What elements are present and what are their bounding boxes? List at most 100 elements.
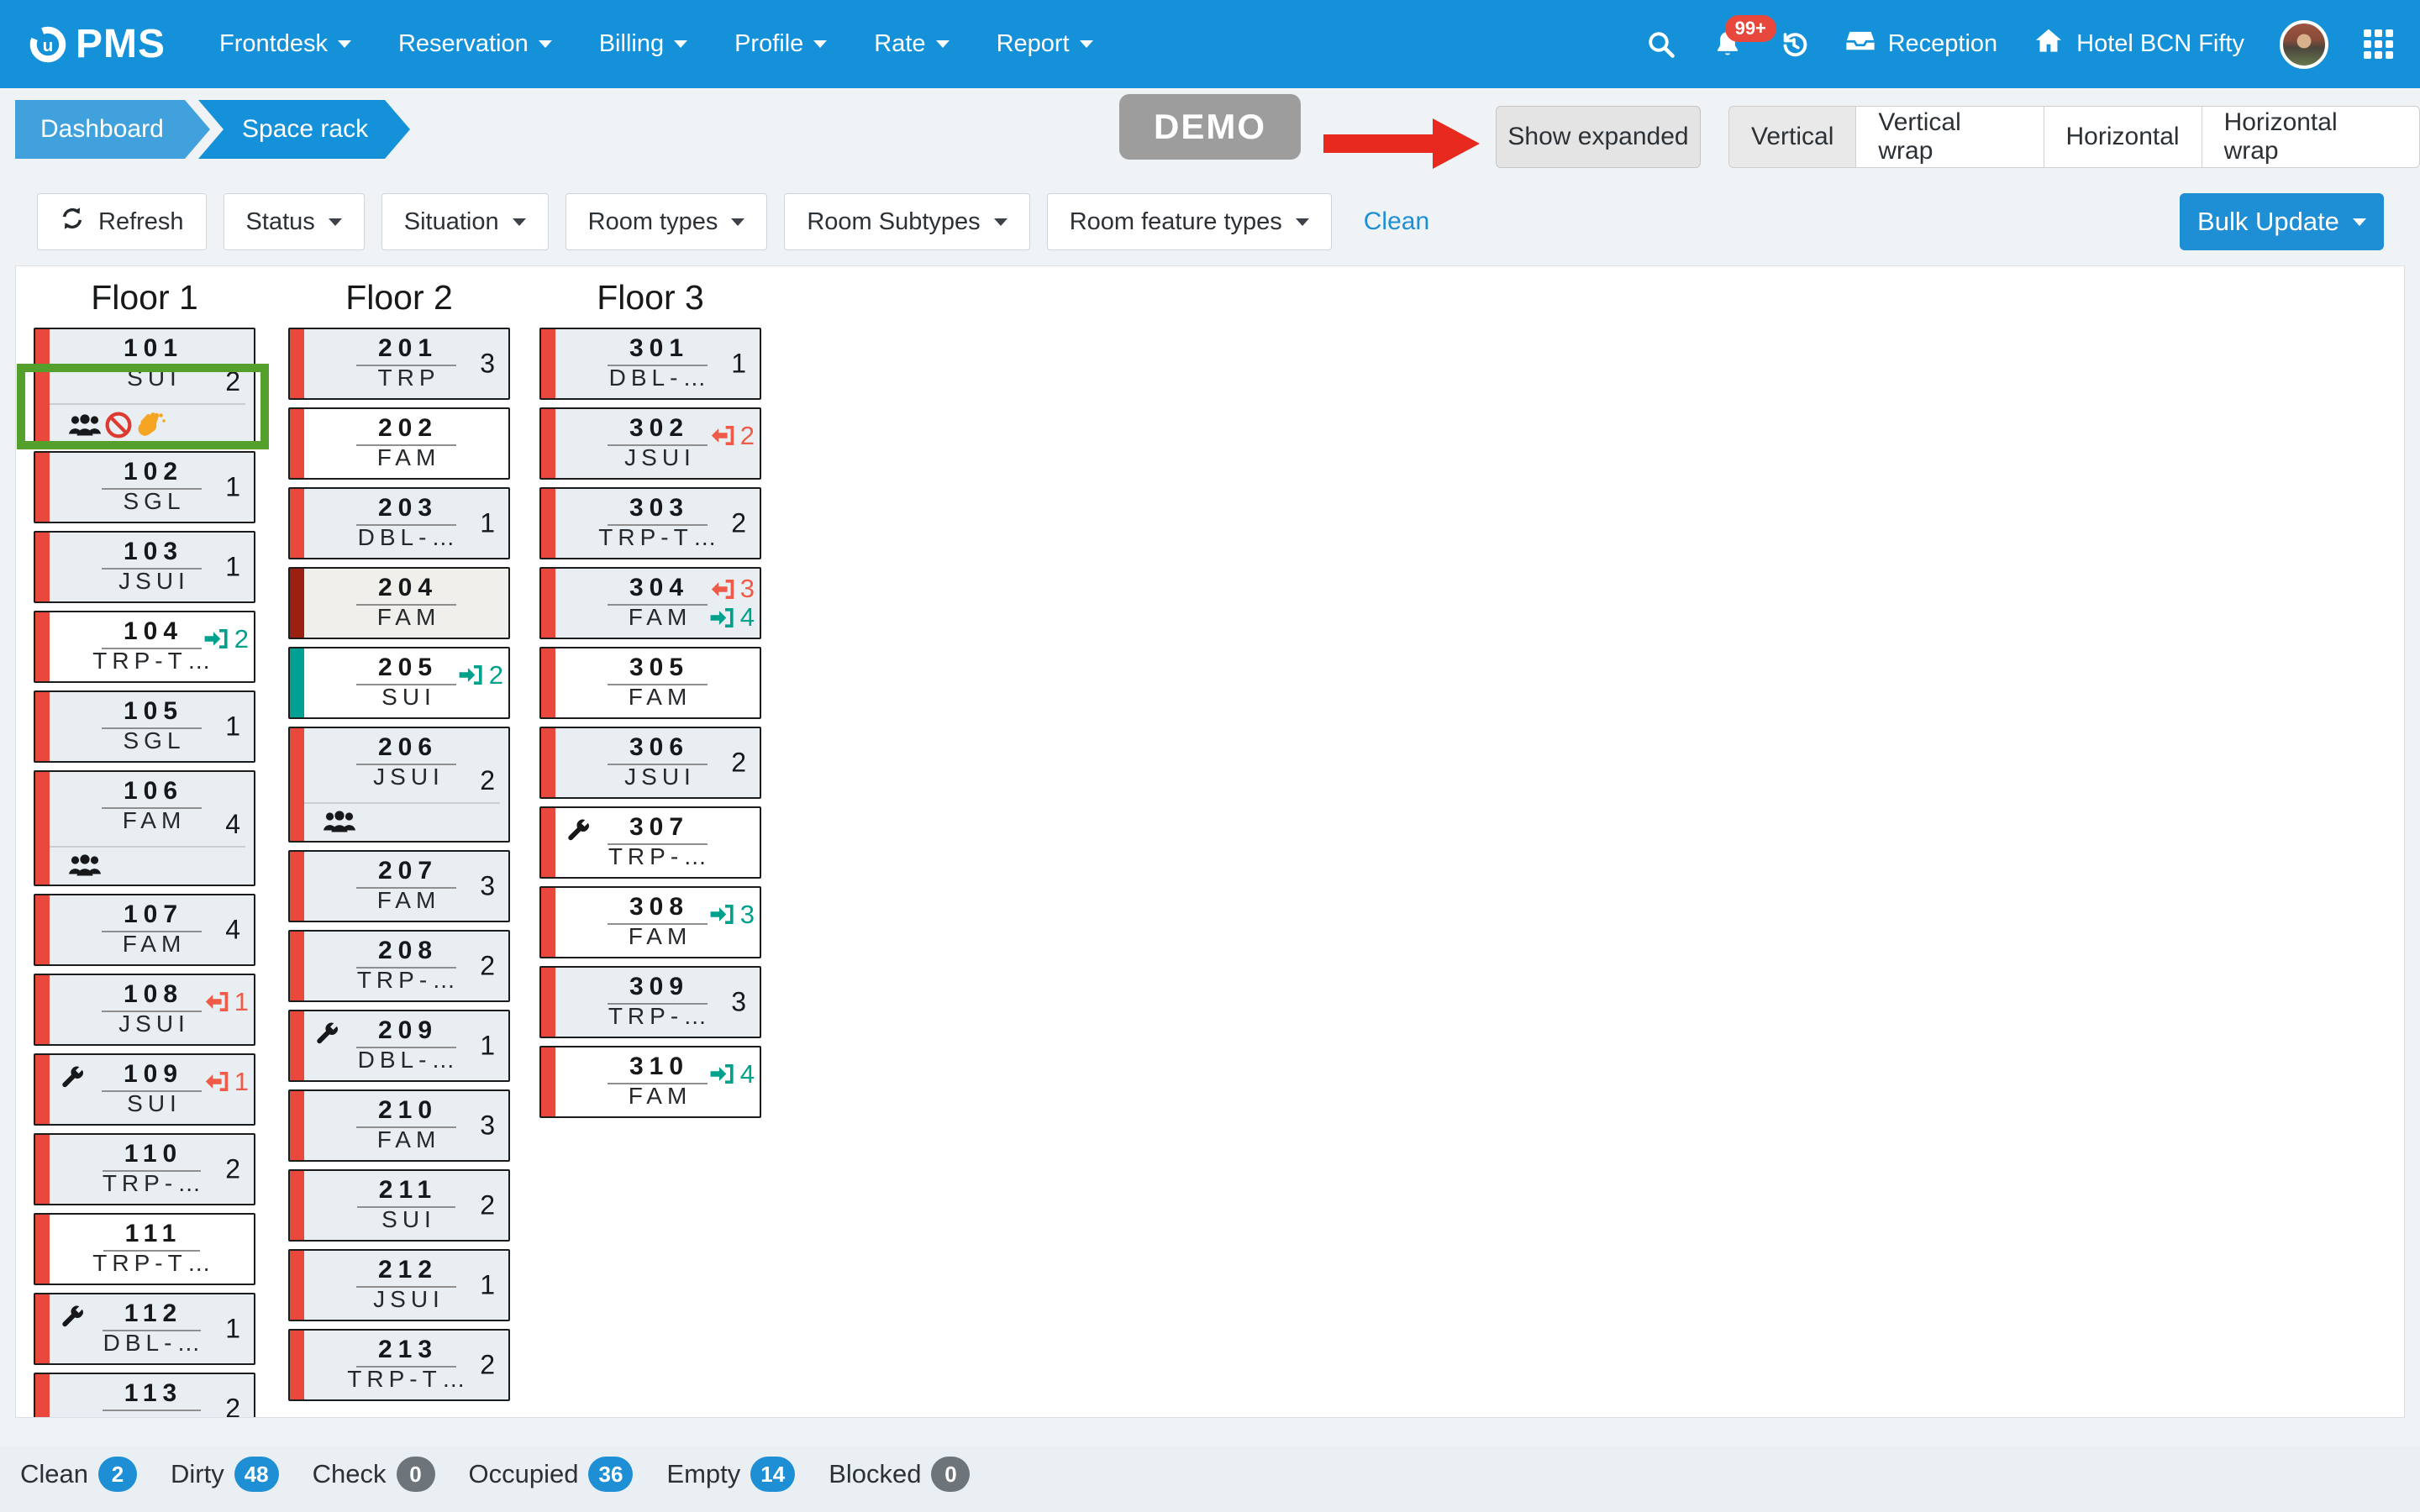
chevron-down-icon <box>513 218 526 226</box>
room-card-202[interactable]: 202FAM <box>288 407 510 480</box>
filter-dropdown-status[interactable]: Status <box>224 193 365 250</box>
room-card-306[interactable]: 306JSUI2 <box>539 727 761 799</box>
room-card-109[interactable]: 109SUI1 <box>34 1053 255 1126</box>
history-icon[interactable] <box>1779 29 1809 60</box>
maintenance-wrench-icon <box>566 817 591 846</box>
room-type-row: FAM <box>50 931 254 964</box>
nav-item-profile[interactable]: Profile <box>734 30 827 58</box>
room-card-303[interactable]: 303TRP-T…2 <box>539 487 761 559</box>
room-card-305[interactable]: 305FAM <box>539 647 761 719</box>
view-mode-horizontal[interactable]: Horizontal <box>2044 106 2202 168</box>
room-number: 107 <box>102 900 202 932</box>
filter-dropdown-room-types[interactable]: Room types <box>566 193 768 250</box>
room-card-body: 106FAM <box>50 772 254 885</box>
room-card-302[interactable]: 302JSUI2 <box>539 407 761 480</box>
room-type: TRP-… <box>352 967 460 993</box>
room-number: 105 <box>102 696 202 729</box>
room-card-211[interactable]: 211SUI2 <box>288 1169 510 1242</box>
status-label: Dirty <box>171 1459 224 1489</box>
view-mode-vertical[interactable]: Vertical <box>1728 106 1856 168</box>
room-card-110[interactable]: 110TRP-…2 <box>34 1133 255 1205</box>
user-avatar[interactable] <box>2280 20 2328 69</box>
room-status-stripe <box>35 1215 50 1284</box>
room-type-row: FAM <box>304 1126 508 1160</box>
room-number-row: 101 <box>50 329 254 365</box>
room-card-105[interactable]: 105SGL1 <box>34 690 255 763</box>
room-card-body: 208TRP-… <box>304 932 508 1000</box>
room-card-310[interactable]: 310FAM4 <box>539 1046 761 1118</box>
room-card-106[interactable]: 106FAM4 <box>34 770 255 886</box>
room-card-210[interactable]: 210FAM3 <box>288 1089 510 1162</box>
room-card-212[interactable]: 212JSUI1 <box>288 1249 510 1321</box>
room-type: JSUI <box>368 764 445 790</box>
room-card-203[interactable]: 203DBL-…1 <box>288 487 510 559</box>
apps-grid-icon[interactable] <box>2364 29 2393 59</box>
room-type: SGL <box>118 727 185 753</box>
app-logo[interactable]: u PMS <box>29 21 166 67</box>
nav-item-rate[interactable]: Rate <box>874 30 949 58</box>
filter-dropdown-situation[interactable]: Situation <box>381 193 549 250</box>
nav-item-reservation[interactable]: Reservation <box>398 30 552 58</box>
room-type: JSUI <box>619 444 696 470</box>
bulk-update-button[interactable]: Bulk Update <box>2180 193 2384 250</box>
room-number: 302 <box>608 413 708 446</box>
room-number-row: 210 <box>304 1091 508 1126</box>
room-card-204[interactable]: 204FAM <box>288 567 510 639</box>
view-mode-horizontal-wrap[interactable]: Horizontal wrap <box>2202 106 2420 168</box>
room-card-206[interactable]: 206JSUI2 <box>288 727 510 843</box>
room-status-stripe <box>541 888 555 957</box>
room-type: DBL-… <box>353 524 460 550</box>
show-expanded-button[interactable]: Show expanded <box>1496 106 1701 168</box>
room-card-301[interactable]: 301DBL-…1 <box>539 328 761 400</box>
status-dirty: Dirty48 <box>171 1457 279 1492</box>
room-card-209[interactable]: 209DBL-…1 <box>288 1010 510 1082</box>
occupancy-count: 1 <box>225 1314 240 1345</box>
room-card-108[interactable]: 108JSUI1 <box>34 974 255 1046</box>
clean-filter-link[interactable]: Clean <box>1364 207 1429 236</box>
search-icon[interactable] <box>1646 29 1676 60</box>
room-card-213[interactable]: 213TRP-T…2 <box>288 1329 510 1401</box>
room-number: 211 <box>357 1175 455 1208</box>
nav-item-report[interactable]: Report <box>997 30 1093 58</box>
notifications-bell-icon[interactable]: 99+ <box>1712 29 1744 60</box>
room-card-308[interactable]: 308FAM3 <box>539 886 761 958</box>
nav-item-frontdesk[interactable]: Frontdesk <box>219 30 351 58</box>
room-card-309[interactable]: 309TRP-…3 <box>539 966 761 1038</box>
view-mode-vertical-wrap[interactable]: Vertical wrap <box>1855 106 2044 168</box>
view-mode-group: VerticalVertical wrapHorizontalHorizonta… <box>1728 106 2420 168</box>
checkin-badge: 4 <box>708 602 755 633</box>
maintenance-wrench-icon <box>60 1304 85 1332</box>
breadcrumb-dashboard[interactable]: Dashboard <box>15 100 210 159</box>
reception-selector[interactable]: Reception <box>1844 25 1998 64</box>
room-card-307[interactable]: 307TRP-… <box>539 806 761 879</box>
room-number: 112 <box>103 1299 201 1331</box>
room-card-208[interactable]: 208TRP-…2 <box>288 930 510 1002</box>
room-card-304[interactable]: 304FAM34 <box>539 567 761 639</box>
filter-dropdown-room-subtypes[interactable]: Room Subtypes <box>784 193 1029 250</box>
filter-dropdown-room-feature-types[interactable]: Room feature types <box>1047 193 1332 250</box>
room-card-102[interactable]: 102SGL1 <box>34 451 255 523</box>
nav-item-billing[interactable]: Billing <box>599 30 687 58</box>
room-type-row: DBL-… <box>50 1330 254 1363</box>
room-card-201[interactable]: 201TRP3 <box>288 328 510 400</box>
room-card-104[interactable]: 104TRP-T…2 <box>34 611 255 683</box>
room-card-111[interactable]: 111TRP-T… <box>34 1213 255 1285</box>
maintenance-wrench-icon <box>315 1021 339 1049</box>
room-card-113[interactable]: 1132 <box>34 1373 255 1418</box>
occupancy-count: 1 <box>480 1031 495 1062</box>
chevron-down-icon <box>674 40 687 48</box>
refresh-button[interactable]: Refresh <box>37 193 207 250</box>
occupancy-count: 3 <box>731 987 746 1018</box>
breadcrumb-space-rack[interactable]: Space rack <box>198 100 410 159</box>
room-type-row <box>50 1410 254 1418</box>
room-card-103[interactable]: 103JSUI1 <box>34 531 255 603</box>
room-card-112[interactable]: 112DBL-…1 <box>34 1293 255 1365</box>
room-card-107[interactable]: 107FAM4 <box>34 894 255 966</box>
chevron-down-icon <box>539 40 552 48</box>
room-type: FAM <box>372 444 441 470</box>
room-card-207[interactable]: 207FAM3 <box>288 850 510 922</box>
refresh-icon <box>60 206 85 238</box>
hotel-selector[interactable]: Hotel BCN Fifty <box>2033 25 2244 64</box>
room-card-205[interactable]: 205SUI2 <box>288 647 510 719</box>
room-type-row: DBL-… <box>304 524 508 558</box>
